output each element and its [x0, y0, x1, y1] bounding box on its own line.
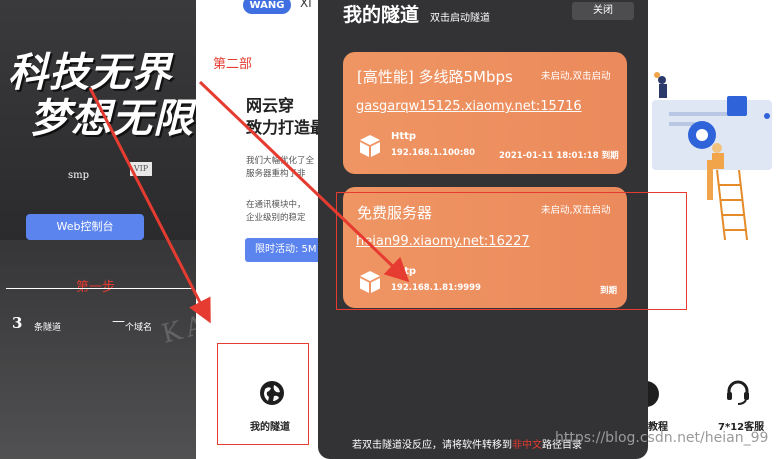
slogan-line2: 梦想无限 [30, 95, 194, 142]
drawer-title: 我的隧道 [343, 4, 420, 26]
cube-icon [360, 271, 380, 293]
vip-badge: VIP [130, 162, 152, 176]
tunnel-local-address: 192.168.1.81:9999 [391, 283, 481, 293]
username: smp [68, 170, 90, 181]
brand-logo: WANG [243, 0, 291, 14]
drawer-footer-hint: 若双击隧道没反应，请将软件转移到非中文路径目录 [352, 436, 582, 451]
web-console-button[interactable]: Web控制台 [26, 214, 144, 240]
tunnel-protocol: Http [391, 131, 417, 142]
tunnel-status: 未启动,双击启动 [541, 71, 611, 82]
tunnel-domain-link[interactable]: heian99.xiaomy.net:16227 [356, 234, 530, 249]
hero-paragraph: 在通讯模块中， [246, 200, 306, 210]
step1-annotation: 第一步 [76, 280, 116, 295]
step2-annotation: 第二部 [213, 57, 253, 72]
divider [6, 288, 194, 289]
tunnel-domain-link[interactable]: gasgarqw15125.xiaomy.net:15716 [356, 99, 582, 114]
domain-count-label: 个域名 [125, 323, 153, 333]
tunnel-status: 未启动,双击启动 [541, 205, 611, 216]
close-button[interactable]: 关闭 [572, 2, 634, 20]
promo-button[interactable]: 限时活动: 5M [245, 238, 323, 262]
tunnel-count-label: 条隧道 [34, 323, 62, 333]
hero-subtitle: 致力打造最 [246, 118, 327, 137]
hero-paragraph: 我们大幅优化了全 [246, 156, 315, 166]
domain-count: — [112, 314, 125, 329]
nav-my-tunnel[interactable]: 我的隧道 [250, 418, 290, 433]
tunnel-local-address: 192.168.1.100:80 [391, 148, 476, 158]
tunnel-expiry: 到期 [600, 286, 618, 296]
tunnel-count: 3 [12, 314, 23, 332]
brand-tail: Xi [300, 0, 312, 10]
footer-hint-text: 若双击隧道没反应，请将软件转移到 [352, 440, 512, 451]
cube-icon [360, 135, 380, 157]
tunnel-title: [高性能] 多线路5Mbps [357, 68, 513, 86]
globe-icon[interactable] [258, 379, 286, 407]
drawer-subtitle: 双击启动隧道 [430, 13, 490, 24]
csdn-watermark: https://blog.csdn.net/heian_99 [555, 430, 769, 446]
hero-paragraph: 企业级别的稳定 [246, 213, 306, 223]
footer-hint-highlight: 非中文 [512, 440, 542, 451]
hero-title: 网云穿 [246, 96, 295, 115]
tunnel-title: 免费服务器 [357, 204, 433, 222]
tunnel-expiry: 2021-01-11 18:01:18 到期 [499, 151, 619, 161]
headset-icon[interactable] [724, 378, 752, 406]
hero-paragraph: 服务器重构了非 [246, 169, 306, 179]
tunnel-protocol: Http [391, 266, 417, 277]
